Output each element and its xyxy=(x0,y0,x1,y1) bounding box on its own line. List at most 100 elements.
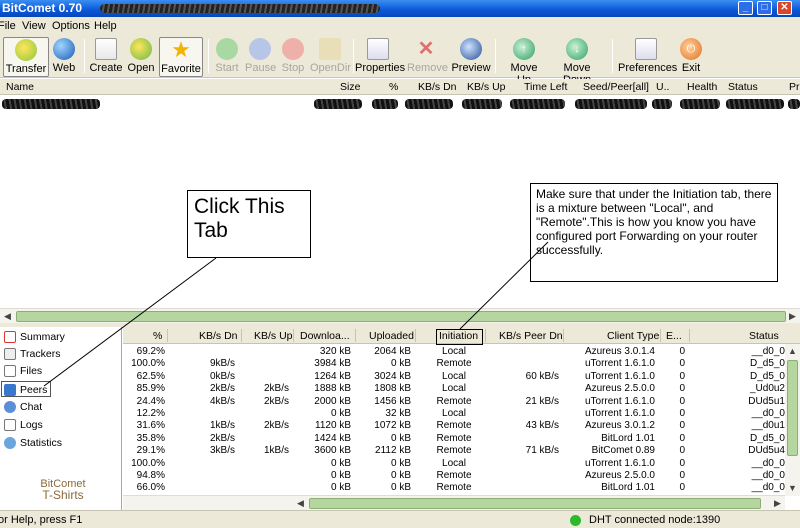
peer-row[interactable]: 62.5% 0kB/s 1264 kB 3024 kB Local 60 kB/s uTor… xyxy=(123,371,800,383)
scroll-thumb[interactable] xyxy=(787,360,798,456)
redacted-row xyxy=(510,99,565,109)
peer-row[interactable]: 35.8% 2kB/s 1424 kB 0 kB Remote BitLord 1.01 0… xyxy=(123,433,800,445)
remove-button[interactable]: ✕ Remove xyxy=(407,37,448,77)
col-time-left[interactable]: Time Left xyxy=(524,81,567,93)
col-u[interactable]: U.. xyxy=(656,81,669,93)
scroll-right-icon[interactable]: ▶ xyxy=(785,309,800,324)
tab-files[interactable]: Files xyxy=(2,363,42,379)
col-size[interactable]: Size xyxy=(340,81,360,93)
start-button[interactable]: Start xyxy=(213,37,241,77)
create-button[interactable]: Create xyxy=(89,37,123,77)
toolbar-separator xyxy=(612,39,613,73)
minimize-button[interactable]: _ xyxy=(738,1,753,15)
favorite-button[interactable]: ★ Favorite xyxy=(159,37,203,77)
redacted-row xyxy=(652,99,672,109)
pause-button[interactable]: Pause xyxy=(245,37,276,77)
move-down-button[interactable]: ↓ Move Down xyxy=(550,37,604,86)
peer-cell-pct: 66.0% xyxy=(136,482,165,494)
peer-row[interactable]: 29.1% 3kB/s 1kB/s 3600 kB 2112 kB Remote 71 kB… xyxy=(123,445,800,457)
peer-cell-dn: 0kB/s xyxy=(209,370,235,382)
peer-cell-init: Remote xyxy=(436,395,472,407)
web-button[interactable]: Web xyxy=(50,37,78,77)
opendir-button[interactable]: OpenDir xyxy=(310,37,351,77)
arrow-up-icon: ↑ xyxy=(513,38,535,60)
peer-row[interactable]: 100.0% 9kB/s 3984 kB 0 kB Remote uTorrent 1.6… xyxy=(123,358,800,370)
redacted-row xyxy=(788,99,800,109)
task-list-hscrollbar[interactable]: ◀ ▶ xyxy=(0,308,800,323)
close-button[interactable]: ✕ xyxy=(777,1,792,15)
col-peer-status[interactable]: Status xyxy=(749,330,779,342)
peer-row[interactable]: 31.6% 1kB/s 2kB/s 1120 kB 1072 kB Remote 43 kB… xyxy=(123,420,800,432)
col-status[interactable]: Status xyxy=(728,81,758,93)
tab-chat-label: Chat xyxy=(20,401,43,413)
open-icon xyxy=(130,38,152,60)
play-icon xyxy=(216,38,238,60)
preferences-button[interactable]: Preferences xyxy=(618,37,677,77)
statistics-icon xyxy=(4,437,16,449)
col-name[interactable]: Name xyxy=(6,81,34,93)
move-up-button[interactable]: ↑ Move Up xyxy=(502,37,546,86)
peer-row[interactable]: 94.8% 0 kB 0 kB Remote Azureus 2.5.0.0 0 __d0_… xyxy=(123,470,800,482)
tab-chat[interactable]: Chat xyxy=(2,399,42,415)
tab-logs[interactable]: Logs xyxy=(2,417,43,433)
col-peer-uploaded[interactable]: Uploaded xyxy=(369,330,414,342)
peer-row[interactable]: 66.0% 0 kB 0 kB Remote BitLord 1.01 0 __d0_0 xyxy=(123,482,800,494)
toolbar-separator xyxy=(208,39,209,73)
col-peer-percent[interactable]: % xyxy=(153,330,162,342)
col-seed-peer[interactable]: Seed/Peer[all] xyxy=(583,81,649,93)
dht-status-icon xyxy=(570,515,581,526)
peer-row[interactable]: 100.0% 0 kB 0 kB Local uTorrent 1.6.1.0 0 __d0… xyxy=(123,458,800,470)
col-peer-e[interactable]: E... xyxy=(666,330,682,342)
scroll-down-icon[interactable]: ▼ xyxy=(785,481,800,496)
scroll-left-icon[interactable]: ◀ xyxy=(293,496,308,510)
col-percent[interactable]: % xyxy=(389,81,398,93)
tab-files-label: Files xyxy=(20,365,43,377)
peer-cell-init: Local xyxy=(442,346,466,357)
tab-summary[interactable]: Summary xyxy=(2,329,65,345)
peer-cell-pct: 31.6% xyxy=(136,420,165,432)
col-health[interactable]: Health xyxy=(687,81,717,93)
col-peer-kbs-up[interactable]: KB/s Up xyxy=(254,330,293,342)
stop-button[interactable]: Stop xyxy=(280,37,306,77)
col-priority[interactable]: Pr xyxy=(789,81,800,93)
exit-button[interactable]: ⏻ Exit xyxy=(679,37,703,77)
peer-cell-e: 0 xyxy=(679,358,685,370)
tab-trackers[interactable]: Trackers xyxy=(2,346,60,362)
menu-options[interactable]: Options xyxy=(52,20,90,32)
peer-cell-dl: 0 kB xyxy=(330,482,351,494)
menu-file[interactable]: File xyxy=(0,20,16,32)
peers-vscrollbar[interactable]: ▲ ▼ xyxy=(785,344,800,496)
scroll-up-icon[interactable]: ▲ xyxy=(785,344,800,359)
tab-peers[interactable]: Peers xyxy=(1,381,52,397)
peer-row[interactable]: 12.2% 0 kB 32 kB Local uTorrent 1.6.1.0 0 __d0… xyxy=(123,408,800,420)
open-button[interactable]: Open xyxy=(126,37,156,77)
peer-cell-dl: 0 kB xyxy=(330,457,351,469)
col-kbs-down[interactable]: KB/s Dn xyxy=(418,81,457,93)
peer-cell-e: 0 xyxy=(679,370,685,382)
maximize-button[interactable]: □ xyxy=(757,1,772,15)
col-peer-client-type[interactable]: Client Type xyxy=(607,330,659,342)
tab-logs-label: Logs xyxy=(20,419,43,431)
menu-help[interactable]: Help xyxy=(94,20,117,32)
col-peer-kbs-peer-dn[interactable]: KB/s Peer Dn xyxy=(499,330,563,342)
promo-banner[interactable]: BitComet T-Shirts xyxy=(18,479,108,502)
peers-hscrollbar[interactable]: ◀ ▶ xyxy=(123,495,785,510)
preview-button[interactable]: Preview xyxy=(451,37,491,77)
col-peer-downloaded[interactable]: Downloa... xyxy=(300,330,350,342)
col-peer-kbs-down[interactable]: KB/s Dn xyxy=(199,330,238,342)
scroll-right-icon[interactable]: ▶ xyxy=(770,496,785,510)
scroll-thumb[interactable] xyxy=(309,498,761,509)
properties-button[interactable]: Properties xyxy=(355,37,405,77)
peer-row[interactable]: 69.2% 320 kB 2064 kB Local Azureus 3.0.1.4 0 _… xyxy=(123,346,800,358)
col-kbs-up[interactable]: KB/s Up xyxy=(467,81,506,93)
tab-statistics[interactable]: Statistics xyxy=(2,435,62,451)
peer-cell-ul: 3024 kB xyxy=(374,370,411,382)
transfer-button[interactable]: Transfer xyxy=(3,37,49,77)
peer-row[interactable]: 85.9% 2kB/s 2kB/s 1888 kB 1808 kB Local Azureu… xyxy=(123,383,800,395)
web-label: Web xyxy=(52,62,76,74)
scroll-left-icon[interactable]: ◀ xyxy=(0,309,15,324)
peer-row[interactable]: 24.4% 4kB/s 2kB/s 2000 kB 1456 kB Remote 21 kB… xyxy=(123,396,800,408)
scroll-thumb[interactable] xyxy=(16,311,786,322)
menu-view[interactable]: View xyxy=(22,20,46,32)
status-bar: or Help, press F1 DHT connected node:139… xyxy=(0,510,800,528)
